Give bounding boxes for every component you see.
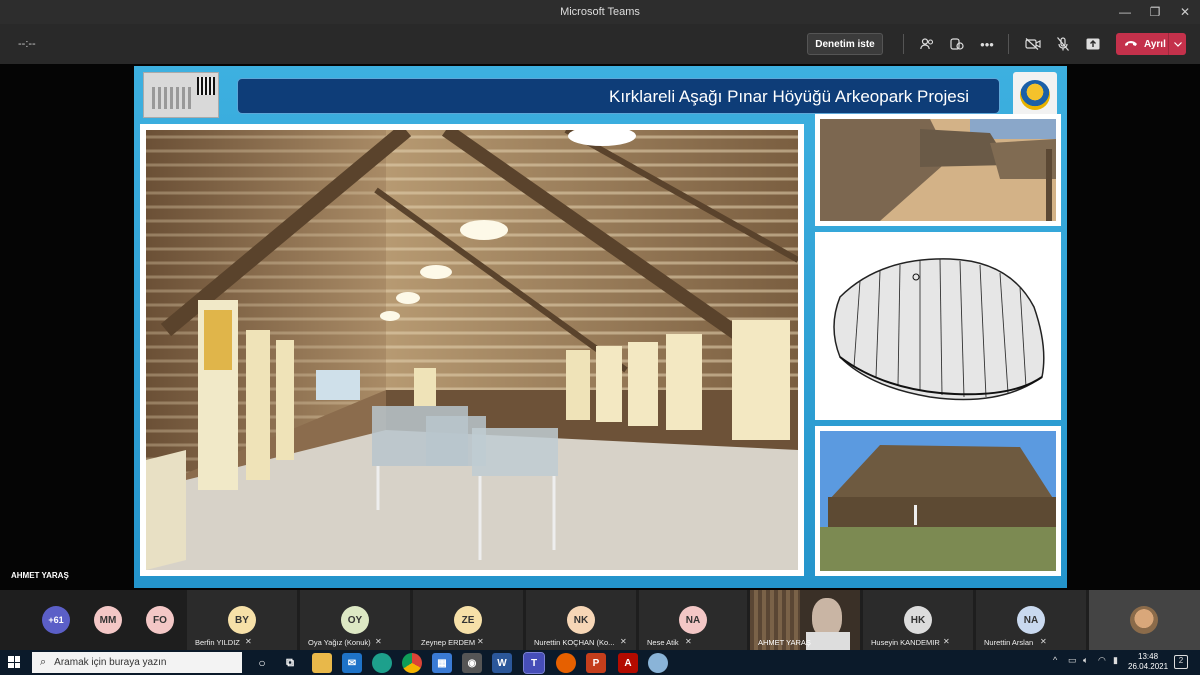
skyline-logo-graphic xyxy=(152,87,192,109)
word-icon[interactable]: W xyxy=(492,653,512,673)
house-drawing xyxy=(815,232,1061,420)
title-bar: Microsoft Teams — ❐ ✕ xyxy=(0,0,1200,24)
participant-tile[interactable]: HK Huseyin KANDEMIR ✕ xyxy=(863,590,973,650)
avatar: NA xyxy=(679,606,707,634)
volume-icon[interactable]: 🔈︎ xyxy=(1083,655,1088,666)
camera-off-icon[interactable] xyxy=(1023,34,1043,54)
participant-name: Nese Atik xyxy=(647,638,679,647)
request-control-button[interactable]: Denetim iste xyxy=(807,33,883,55)
mic-off-icon[interactable] xyxy=(1053,34,1073,54)
more-participants-badge[interactable]: +61 xyxy=(42,606,70,634)
toolbar-divider xyxy=(903,34,904,54)
window-title: Microsoft Teams xyxy=(560,6,640,18)
mic-off-icon: ✕ xyxy=(375,637,382,646)
mic-off-icon: ✕ xyxy=(245,637,252,646)
avatar: NA xyxy=(1017,606,1045,634)
participant-tile[interactable]: NA Nese Atik ✕ xyxy=(639,590,747,650)
participant-name: Zeynep ERDEM xyxy=(421,638,476,647)
participant-name: Nurettin KOÇHAN (Ko... xyxy=(534,638,615,647)
participant-name: AHMET YARAŞ xyxy=(758,638,811,647)
mic-off-icon: ✕ xyxy=(477,637,484,646)
participant-name: Huseyin KANDEMIR xyxy=(871,638,940,647)
restore-button[interactable]: ❐ xyxy=(1140,0,1170,24)
minimize-button[interactable]: — xyxy=(1110,0,1140,24)
mail-icon[interactable]: ✉ xyxy=(342,653,362,673)
toolbar-divider xyxy=(1008,34,1009,54)
presenter-shirt xyxy=(806,632,850,650)
participant-tile[interactable]: OY Oya Yağız (Konuk) ✕ xyxy=(300,590,410,650)
participant-name: Berfin YILDIZ xyxy=(195,638,240,647)
chevron-up-icon[interactable]: ^ xyxy=(1053,655,1057,665)
leave-button[interactable]: Ayrıl xyxy=(1116,33,1186,55)
share-tray-icon[interactable] xyxy=(1083,34,1103,54)
avatar: HK xyxy=(904,606,932,634)
avatar: ZE xyxy=(454,606,482,634)
calculator-icon[interactable]: ▦ xyxy=(432,653,452,673)
file-explorer-icon[interactable] xyxy=(312,653,332,673)
powerpoint-icon[interactable]: P xyxy=(586,653,606,673)
participant-name: Nurettin Arslan xyxy=(984,638,1034,647)
wifi-icon[interactable]: ◠ xyxy=(1098,655,1106,666)
close-button[interactable]: ✕ xyxy=(1170,0,1200,24)
interior-photo xyxy=(140,124,804,576)
avatar: NK xyxy=(567,606,595,634)
taskbar-search-box[interactable]: ⌕ Aramak için buraya yazın xyxy=(32,652,242,673)
task-view-icon[interactable]: ⧉ xyxy=(280,653,300,673)
clock-time: 13:48 xyxy=(1138,652,1159,661)
meeting-timer: --:-- xyxy=(18,38,36,50)
mic-off-icon: ✕ xyxy=(1040,637,1047,646)
avatar: OY xyxy=(341,606,369,634)
self-video-tile[interactable] xyxy=(1089,590,1200,650)
project-logo xyxy=(143,72,219,118)
clock-date: 26.04.2021 xyxy=(1128,662,1169,671)
university-emblem xyxy=(1013,72,1057,118)
notification-center-icon[interactable]: 2 xyxy=(1174,655,1188,669)
participant-name: Oya Yağız (Konuk) xyxy=(308,638,371,647)
cortana-icon[interactable]: ○ xyxy=(252,653,272,673)
avatar[interactable]: FO xyxy=(146,606,174,634)
meeting-toolbar: --:-- Denetim iste ••• Ayrıl xyxy=(0,24,1200,64)
qr-code-icon xyxy=(197,77,215,95)
presenter-name-tag: AHMET YARAŞ xyxy=(11,571,69,580)
search-icon: ⌕ xyxy=(40,656,47,668)
slide-title-banner: Kırklareli Aşağı Pınar Höyüğü Arkeopark … xyxy=(237,78,1000,114)
search-placeholder: Aramak için buraya yazın xyxy=(54,657,167,668)
teams-icon[interactable]: T xyxy=(523,652,545,674)
hang-up-icon xyxy=(1124,39,1138,50)
participant-tile[interactable]: NA Nurettin Arslan ✕ xyxy=(976,590,1086,650)
people-icon[interactable] xyxy=(917,34,937,54)
slide-title: Kırklareli Aşağı Pınar Höyüğü Arkeopark … xyxy=(608,87,969,106)
chrome-icon[interactable] xyxy=(402,653,422,673)
system-clock[interactable]: 13:48 26.04.2021 xyxy=(1128,652,1168,672)
participant-tile[interactable]: BY Berfin YILDIZ ✕ xyxy=(187,590,297,650)
self-avatar xyxy=(1130,606,1158,634)
reactions-icon[interactable] xyxy=(947,34,967,54)
participant-video-tile[interactable]: AHMET YARAŞ xyxy=(750,590,860,650)
mic-off-icon: ✕ xyxy=(943,637,950,646)
enclosure-photo xyxy=(815,114,1061,226)
windows-start-icon[interactable] xyxy=(8,656,20,668)
more-options-icon[interactable]: ••• xyxy=(977,34,997,54)
mic-off-icon: ✕ xyxy=(685,637,692,646)
participant-tile[interactable]: NK Nurettin KOÇHAN (Ko... ✕ xyxy=(526,590,636,650)
chevron-down-icon[interactable] xyxy=(1168,33,1186,55)
windows-taskbar: ⌕ Aramak için buraya yazın ○ ⧉ ✉ ▦ ◉ W T… xyxy=(0,650,1200,675)
avatar: BY xyxy=(228,606,256,634)
presentation-slide: Kırklareli Aşağı Pınar Höyüğü Arkeopark … xyxy=(134,66,1067,588)
network-icon[interactable]: ▭ xyxy=(1068,655,1077,666)
avatar[interactable]: MM xyxy=(94,606,122,634)
camera-app-icon[interactable]: ◉ xyxy=(462,653,482,673)
battery-icon[interactable]: ▮ xyxy=(1113,655,1118,666)
acrobat-icon[interactable]: A xyxy=(618,653,638,673)
leave-label: Ayrıl xyxy=(1144,38,1166,50)
thatched-house-photo xyxy=(815,426,1061,576)
snipping-tool-icon[interactable] xyxy=(648,653,668,673)
mic-off-icon: ✕ xyxy=(620,637,627,646)
participants-strip: +61 MM FO BY Berfin YILDIZ ✕ OY Oya Yağı… xyxy=(0,590,1200,650)
participant-tile[interactable]: ZE Zeynep ERDEM ✕ xyxy=(413,590,523,650)
edge-icon[interactable] xyxy=(372,653,392,673)
firefox-icon[interactable] xyxy=(556,653,576,673)
